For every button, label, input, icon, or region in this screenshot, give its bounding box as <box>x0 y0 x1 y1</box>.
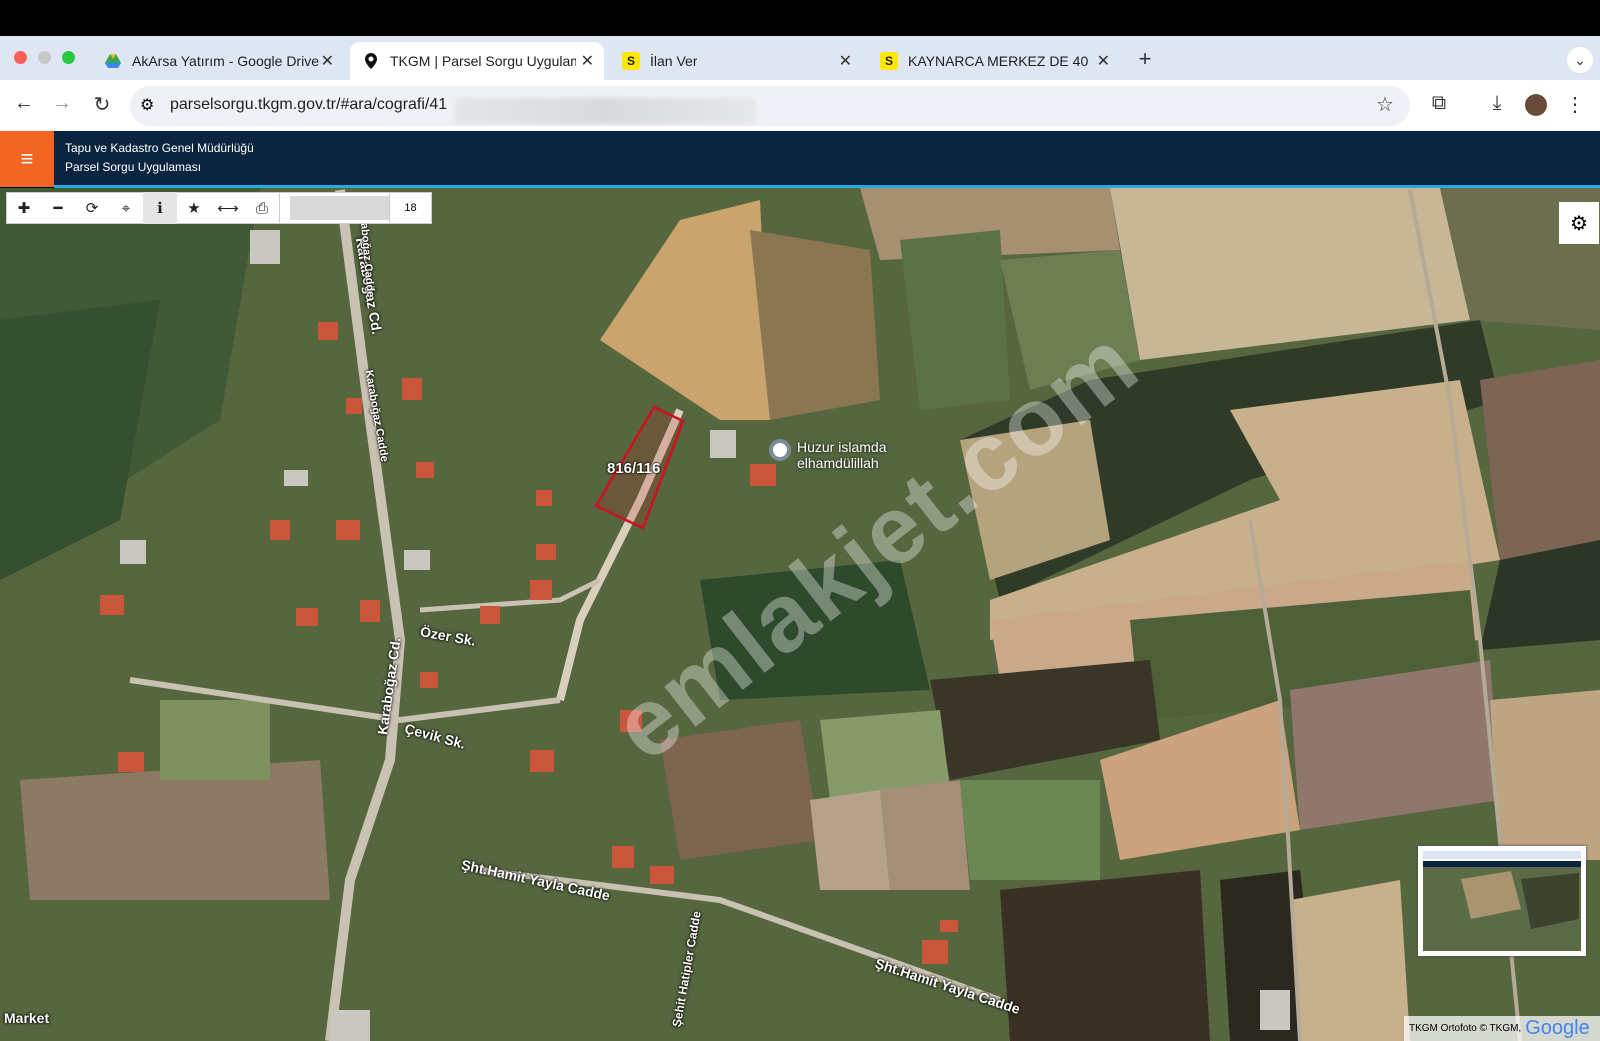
screen-top-bar <box>0 0 1600 36</box>
close-tab-icon[interactable]: ✕ <box>321 51 334 71</box>
avatar[interactable] <box>1525 94 1547 116</box>
tab-ilan-ver[interactable]: S İlan Ver ✕ <box>610 42 862 80</box>
minimize-window-button[interactable] <box>38 51 51 64</box>
google-logo: Google <box>1525 1017 1590 1039</box>
tab-google-drive[interactable]: AkArsa Yatırım - Google Drive ✕ <box>92 42 344 80</box>
refresh-icon[interactable]: ⟳ <box>75 192 109 224</box>
overview-minimap[interactable] <box>1418 846 1586 956</box>
new-tab-button[interactable]: + <box>1133 46 1157 72</box>
favorite-star-icon[interactable]: ★ <box>177 192 211 224</box>
more-menu-icon[interactable]: ⋮ <box>1563 92 1587 117</box>
close-window-button[interactable] <box>14 51 27 64</box>
zoom-level: 18 <box>389 192 431 224</box>
app-header <box>0 131 1600 187</box>
app-name: Parsel Sorgu Uygulaması <box>65 160 202 174</box>
map-attribution: TKGM Ortofoto © TKGM, Google <box>1404 1016 1600 1041</box>
measure-icon[interactable]: ⟷ <box>211 192 245 224</box>
maximize-window-button[interactable] <box>62 51 75 64</box>
tab-title: KAYNARCA MERKEZ DE 406 <box>908 53 1088 69</box>
tab-kaynarca[interactable]: S KAYNARCA MERKEZ DE 406 ✕ <box>868 42 1120 80</box>
download-icon[interactable]: ⤓ <box>1485 92 1509 115</box>
google-drive-icon <box>104 52 122 70</box>
sahibinden-icon: S <box>880 52 898 70</box>
tab-tkgm[interactable]: TKGM | Parsel Sorgu Uygulam ✕ <box>350 42 604 80</box>
close-tab-icon[interactable]: ✕ <box>839 51 852 71</box>
back-button[interactable]: ← <box>12 92 36 115</box>
tab-title: AkArsa Yatırım - Google Drive <box>132 53 319 69</box>
extensions-icon[interactable]: ⧉ <box>1427 92 1451 115</box>
tab-title: TKGM | Parsel Sorgu Uygulam <box>390 53 576 69</box>
info-icon[interactable]: ℹ <box>143 192 177 224</box>
parcel-label: 816/116 <box>607 460 661 477</box>
poi-marker-icon[interactable] <box>769 439 791 461</box>
url-text[interactable]: parselsorgu.tkgm.gov.tr/#ara/cografi/41 <box>170 96 447 114</box>
scale-indicator <box>279 192 389 224</box>
tab-list-button[interactable]: ⌄ <box>1567 47 1593 73</box>
bookmark-star-icon[interactable]: ☆ <box>1373 92 1397 117</box>
street-label: Market <box>4 1010 50 1026</box>
print-icon[interactable]: ⎙ <box>245 192 279 224</box>
forward-button[interactable]: → <box>50 92 74 115</box>
poi-label-line2: elhamdülillah <box>797 455 879 471</box>
zoom-in-button[interactable]: ✚ <box>7 192 41 224</box>
poi-label[interactable]: Huzur islamda elhamdülillah <box>797 439 886 471</box>
hamburger-menu-button[interactable]: ≡ <box>0 131 54 187</box>
map-pin-icon <box>362 52 380 70</box>
url-redacted <box>455 98 755 124</box>
zoom-out-button[interactable]: ━ <box>41 192 75 224</box>
close-tab-icon[interactable]: ✕ <box>581 51 594 71</box>
reload-button[interactable]: ↻ <box>90 92 114 117</box>
tab-title: İlan Ver <box>650 53 698 69</box>
site-settings-icon[interactable]: ⚙ <box>140 95 154 115</box>
map-toolbar: ✚ ━ ⟳ ⌖ ℹ ★ ⟷ ⎙ 18 <box>6 192 432 224</box>
attribution-text: TKGM Ortofoto © TKGM, <box>1409 1023 1522 1034</box>
gear-icon[interactable]: ⚙ <box>1559 202 1599 244</box>
close-tab-icon[interactable]: ✕ <box>1097 51 1110 71</box>
sahibinden-icon: S <box>622 52 640 70</box>
org-name: Tapu ve Kadastro Genel Müdürlüğü <box>65 141 254 155</box>
poi-label-line1: Huzur islamda <box>797 439 887 455</box>
locate-icon[interactable]: ⌖ <box>109 192 143 224</box>
